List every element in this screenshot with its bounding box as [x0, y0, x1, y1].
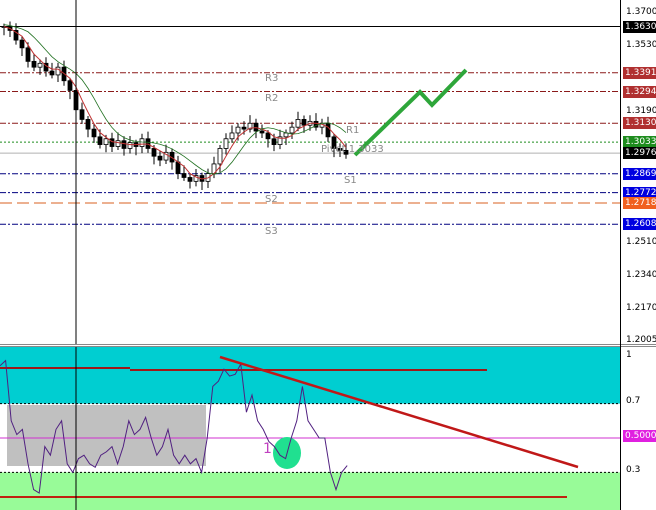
- candle-body: [175, 161, 181, 175]
- candle-body: [109, 138, 115, 147]
- osc-axis-03: 0.3: [626, 465, 641, 475]
- price-tick: 1.2340: [626, 270, 656, 281]
- price-tag: 1.3294: [623, 85, 656, 98]
- price-tag: 1.2718: [623, 197, 656, 210]
- candle-body: [19, 39, 25, 49]
- price-tag: 1.3630: [623, 20, 656, 33]
- level-label-r3: R3: [265, 73, 279, 84]
- candle-body: [259, 130, 265, 134]
- candle-body: [187, 177, 193, 182]
- level-label-r2: R2: [265, 93, 279, 104]
- price-axis-border: [620, 0, 621, 510]
- candle-body: [217, 148, 223, 165]
- osc-annotation-1: 1: [263, 441, 272, 457]
- osc-level-tag: 0.5000: [623, 430, 656, 442]
- price-tick: 1.3190: [626, 105, 656, 116]
- price-tick: 1.3700: [626, 7, 656, 17]
- candle-body: [97, 136, 103, 145]
- candle-body: [25, 47, 31, 62]
- candle-body: [91, 128, 97, 138]
- candle-body: [79, 109, 85, 120]
- candle-body: [181, 173, 187, 178]
- overbought-zone: [0, 347, 620, 404]
- price-tag: 1.2869: [623, 167, 656, 180]
- price-tick: 1.3530: [626, 39, 656, 50]
- moving-average-fast: [3, 26, 347, 180]
- candle-body: [121, 140, 127, 149]
- price-tag: 1.2608: [623, 218, 656, 231]
- candle-body: [115, 140, 121, 147]
- candle-body: [127, 142, 133, 149]
- level-label-s3: S3: [265, 226, 278, 237]
- range-box: [7, 405, 206, 466]
- level-label-s2: S2: [265, 194, 278, 205]
- level-label-r1: R1: [346, 125, 360, 136]
- price-tag: 1.3130: [623, 117, 656, 130]
- candle-body: [289, 126, 295, 134]
- candle-body: [301, 119, 307, 126]
- candle-body: [325, 122, 331, 138]
- level-label-s1: S1: [344, 175, 357, 186]
- candle-body: [55, 66, 61, 76]
- price-tag: 1.2976: [623, 147, 656, 160]
- oscillator-panel[interactable]: [0, 345, 656, 510]
- osc-axis-07: 0.7: [626, 396, 641, 406]
- price-tag: 1.3391: [623, 66, 656, 79]
- candle-body: [151, 148, 157, 157]
- oversold-zone: [0, 472, 620, 510]
- candle-body: [271, 138, 277, 145]
- price-tick: 1.2170: [626, 303, 656, 314]
- candle-body: [31, 60, 37, 68]
- osc-axis-1: 1: [626, 350, 632, 360]
- candle-body: [265, 132, 271, 140]
- candle-body: [223, 138, 229, 149]
- candle-body: [229, 132, 235, 140]
- candle-body: [157, 155, 163, 161]
- candle-body: [37, 62, 43, 68]
- level-label-pivot: Pivot 1.3033: [321, 144, 384, 155]
- price-tick: 1.2005: [626, 334, 656, 345]
- moving-average-slow: [3, 24, 347, 175]
- candle-body: [85, 119, 91, 130]
- candle-body: [241, 126, 247, 130]
- candle-body: [103, 138, 109, 145]
- candle-body: [49, 70, 55, 76]
- candle-body: [295, 119, 301, 128]
- candle-body: [235, 126, 241, 134]
- price-tick: 1.2510: [626, 237, 656, 248]
- candle-body: [139, 138, 145, 147]
- panel-separator[interactable]: [0, 344, 656, 347]
- candle-body: [67, 80, 73, 91]
- price-chart[interactable]: [0, 0, 620, 345]
